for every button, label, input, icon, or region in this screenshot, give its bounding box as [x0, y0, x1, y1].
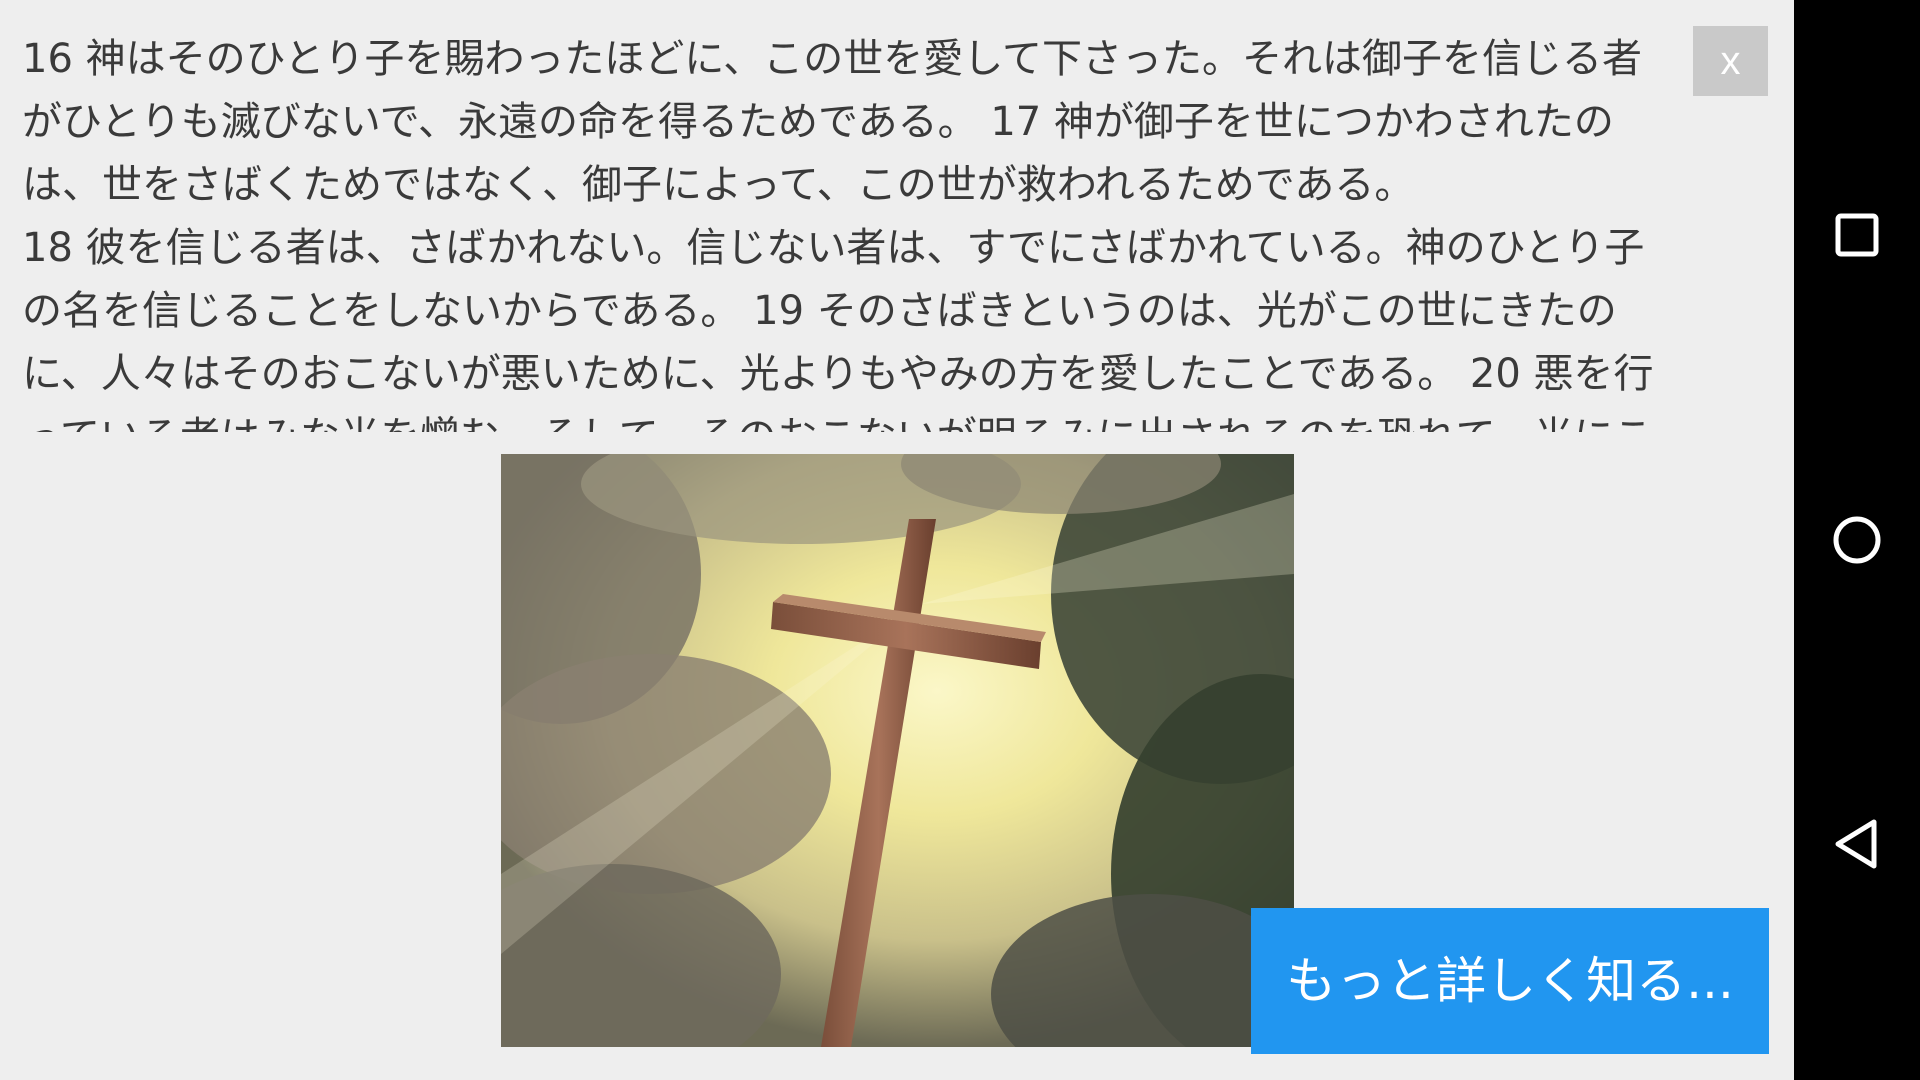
home-button[interactable] [1821, 504, 1893, 576]
scripture-text: 16 神はそのひとり子を賜わったほどに、この世を愛して下さった。それは御子を信じ… [22, 36, 1654, 432]
back-button[interactable] [1821, 808, 1893, 880]
android-nav-bar [1794, 0, 1920, 1080]
cross-illustration [501, 454, 1294, 1047]
learn-more-button[interactable]: もっと詳しく知る... [1251, 908, 1769, 1054]
cross-in-clouds-image [501, 454, 1294, 1047]
back-icon [1835, 819, 1877, 869]
home-icon [1833, 516, 1881, 564]
main-content: 16 神はそのひとり子を賜わったほどに、この世を愛して下さった。それは御子を信じ… [0, 0, 1794, 1080]
recents-icon [1835, 213, 1879, 257]
close-button[interactable]: x [1693, 26, 1768, 96]
recents-button[interactable] [1821, 199, 1893, 271]
